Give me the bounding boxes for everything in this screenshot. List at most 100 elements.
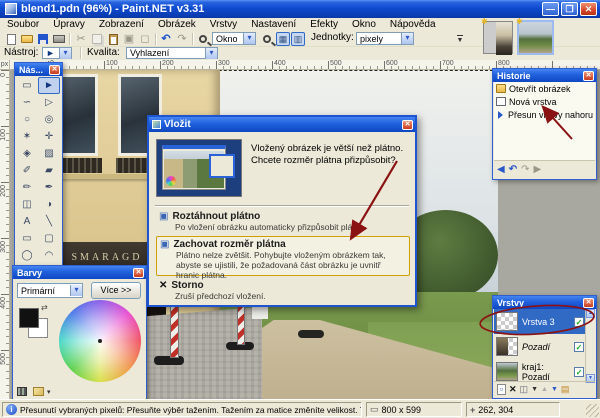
tool-ellipse[interactable]: ◯: [16, 247, 38, 264]
option-keep-canvas-size[interactable]: ▣ Zachovat rozměr plátna Plátno nelze zv…: [156, 236, 410, 276]
scroll-up-button[interactable]: ▲: [586, 309, 595, 318]
layers-scrollbar[interactable]: ▲ ▼: [585, 309, 595, 383]
toggle-grid-button[interactable]: ▦: [276, 32, 290, 46]
document-thumbnail-blend1[interactable]: ✱: [483, 21, 513, 54]
tool-gradient[interactable]: ▨: [38, 145, 60, 162]
open-button[interactable]: [19, 32, 35, 46]
history-undo-button[interactable]: ↶: [509, 164, 517, 176]
title-bar[interactable]: blend1.pdn (96%) - Paint.NET v3.31 — ❐ ✕: [0, 0, 600, 18]
deselect-button[interactable]: ◻: [137, 32, 153, 46]
add-layer-button[interactable]: ▫: [497, 384, 506, 395]
save-button[interactable]: [35, 32, 51, 46]
copy-button[interactable]: [89, 32, 105, 46]
merge-layer-down-button[interactable]: ▼: [531, 386, 538, 393]
close-button[interactable]: ✕: [402, 120, 413, 130]
toolbar-overflow-chevron[interactable]: ▼: [452, 32, 468, 46]
tool-rectangle[interactable]: ▭: [16, 230, 38, 247]
undo-button[interactable]: ↶: [158, 32, 174, 46]
tool-clone-stamp[interactable]: ◫: [16, 196, 38, 213]
tool-zoom[interactable]: ◎: [38, 111, 60, 128]
option-stretch-canvas[interactable]: ▣ Roztáhnout plátno Po vložení obrázku a…: [159, 211, 409, 232]
zoom-icon-button[interactable]: [195, 32, 211, 46]
tools-panel-titlebar[interactable]: Nás... ✕: [15, 63, 62, 76]
layer-properties-button[interactable]: ▤: [561, 384, 570, 395]
resize-grip[interactable]: [586, 404, 599, 417]
layer-visibility-checkbox[interactable]: ✓: [574, 342, 584, 352]
quality-combo[interactable]: Vyhlazení ▾: [126, 47, 218, 59]
tool-text[interactable]: A: [16, 213, 38, 230]
menu-nastaveni[interactable]: Nastavení: [244, 18, 303, 31]
option-cancel[interactable]: ✕ Storno Zruší předchozí vložení.: [159, 280, 409, 301]
units-combo[interactable]: pixely ▾: [356, 32, 414, 45]
document-thumbnail-active[interactable]: ✱: [517, 20, 554, 55]
paste-button[interactable]: [105, 32, 121, 46]
delete-layer-button[interactable]: ✕: [509, 384, 517, 395]
paste-dialog-titlebar[interactable]: Vložit ✕: [149, 117, 415, 132]
tool-move-selection[interactable]: ▷: [38, 94, 60, 111]
new-button[interactable]: [3, 32, 19, 46]
tool-lasso-select[interactable]: ∽: [16, 94, 38, 111]
menu-soubor[interactable]: Soubor: [0, 18, 46, 31]
history-panel-titlebar[interactable]: Historie ✕: [493, 69, 596, 82]
tool-line-curve[interactable]: ╲: [38, 213, 60, 230]
move-layer-down-button[interactable]: ▼: [551, 386, 558, 393]
history-item-new-layer[interactable]: Nová vrstva: [494, 95, 595, 108]
close-button[interactable]: ✕: [49, 65, 60, 75]
crop-button[interactable]: ▣: [121, 32, 137, 46]
palette-icon[interactable]: [33, 387, 44, 396]
zoom-mode-combo[interactable]: Okno ▾: [212, 32, 256, 45]
zoom-region-button[interactable]: [259, 32, 275, 46]
menu-upravy[interactable]: Úpravy: [46, 18, 92, 31]
toggle-rulers-button[interactable]: ▥: [291, 32, 305, 46]
cut-button[interactable]: ✂: [73, 32, 89, 46]
history-item-move-layer-up[interactable]: Přesun vrstvy nahoru: [494, 108, 595, 121]
tool-pencil[interactable]: ✏: [16, 179, 38, 196]
menu-okno[interactable]: Okno: [345, 18, 383, 31]
colors-panel-titlebar[interactable]: Barvy ✕: [13, 266, 146, 279]
palette-grid-icon[interactable]: [17, 387, 27, 396]
close-button[interactable]: ✕: [133, 268, 144, 278]
more-colors-button[interactable]: Více >>: [91, 282, 141, 299]
menu-efekty[interactable]: Efekty: [303, 18, 345, 31]
primary-color-swatch[interactable]: [19, 308, 39, 328]
dropdown-arrow-icon[interactable]: ▾: [47, 388, 51, 396]
close-button[interactable]: ✕: [583, 71, 594, 81]
close-button[interactable]: ✕: [583, 298, 594, 308]
duplicate-layer-button[interactable]: ◫: [520, 384, 529, 395]
menu-napoveda[interactable]: Nápověda: [383, 18, 443, 31]
color-wheel[interactable]: [59, 300, 141, 382]
tool-pan[interactable]: ✛: [38, 128, 60, 145]
layer-visibility-checkbox[interactable]: ✓: [574, 317, 584, 327]
color-mode-combo[interactable]: Primární ▾: [17, 283, 83, 298]
menu-vrstvy[interactable]: Vrstvy: [203, 18, 244, 31]
maximize-button[interactable]: ❐: [561, 2, 578, 16]
history-redo-button[interactable]: ↷: [521, 164, 529, 176]
tool-color-picker[interactable]: ✒: [38, 179, 60, 196]
tool-rounded-rectangle[interactable]: ▢: [38, 230, 60, 247]
redo-button[interactable]: ↷: [174, 32, 190, 46]
tool-ellipse-select[interactable]: ○: [16, 111, 38, 128]
tool-magic-wand[interactable]: ✶: [16, 128, 38, 145]
menu-obrazek[interactable]: Obrázek: [151, 18, 203, 31]
layers-panel-titlebar[interactable]: Vrstvy ✕: [493, 296, 596, 309]
layer-visibility-checkbox[interactable]: ✓: [574, 367, 584, 377]
tool-paintbrush[interactable]: ✐: [16, 162, 38, 179]
tool-freeform[interactable]: ◠: [38, 247, 60, 264]
tool-recolor[interactable]: ◑: [38, 196, 60, 213]
tool-paint-bucket[interactable]: ◈: [16, 145, 38, 162]
menu-zobrazeni[interactable]: Zobrazení: [92, 18, 151, 31]
current-tool-combo[interactable]: ► ▾: [42, 47, 72, 59]
swap-colors-icon[interactable]: ⇄: [41, 303, 48, 312]
history-rewind-button[interactable]: ◀: [497, 164, 505, 176]
history-fastforward-button[interactable]: ▶: [533, 164, 541, 176]
move-layer-up-button[interactable]: ▲: [541, 386, 548, 393]
print-button[interactable]: [51, 32, 67, 46]
layer-row-pozadi[interactable]: Pozadí ✓: [494, 334, 586, 359]
tool-eraser[interactable]: ▰: [38, 162, 60, 179]
close-button[interactable]: ✕: [580, 2, 597, 16]
tool-rectangle-select[interactable]: ▭: [16, 77, 38, 94]
tool-move-selected-pixels[interactable]: ►: [38, 77, 60, 94]
layer-row-vrstva3[interactable]: Vrstva 3 ✓: [494, 309, 586, 334]
minimize-button[interactable]: —: [542, 2, 559, 16]
history-item-open-image[interactable]: Otevřít obrázek: [494, 82, 595, 95]
